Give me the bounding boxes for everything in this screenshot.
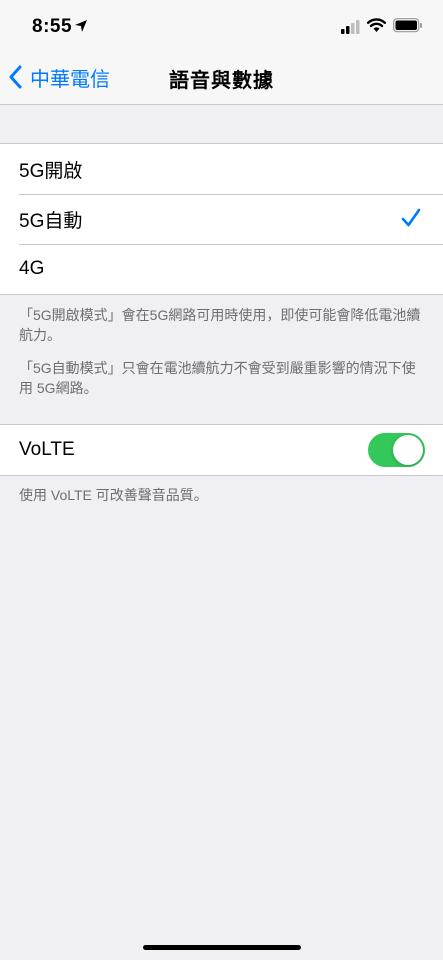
footer-note-5g-on: 「5G開啟模式」會在5G網路可用時使用，即使可能會降低電池續航力。 [19,307,421,343]
toggle-knob [393,435,423,465]
checkmark-icon [401,208,421,227]
signal-icon [341,20,360,34]
footer-note-volte: 使用 VoLTE 可改善聲音品質。 [19,487,208,503]
option-5g-auto[interactable]: 5G自動 [0,194,443,244]
status-bar: 8:55 [0,0,443,48]
battery-icon [393,18,422,33]
option-label: 5G開啟 [19,160,83,182]
volte-label: VoLTE [19,439,75,460]
option-label: 4G [19,258,45,279]
option-4g[interactable]: 4G [0,244,443,294]
option-label: 5G自動 [19,210,83,232]
location-arrow-icon [75,20,87,32]
network-mode-group: 5G開啟 5G自動 4G [0,143,443,295]
home-indicator[interactable] [143,945,301,950]
navigation-bar: 中華電信 語音與數據 [0,48,443,105]
wifi-icon [367,18,386,32]
volte-toggle[interactable] [368,433,425,467]
footer-note-5g-auto: 「5G自動模式」只會在電池續航力不會受到嚴重影響的情況下使用 5G網路。 [19,360,416,396]
status-time: 8:55 [32,16,73,37]
page-title: 語音與數據 [169,70,274,92]
volte-group: VoLTE [0,424,443,476]
option-5g-on[interactable]: 5G開啟 [0,144,443,194]
volte-row: VoLTE [0,425,443,475]
